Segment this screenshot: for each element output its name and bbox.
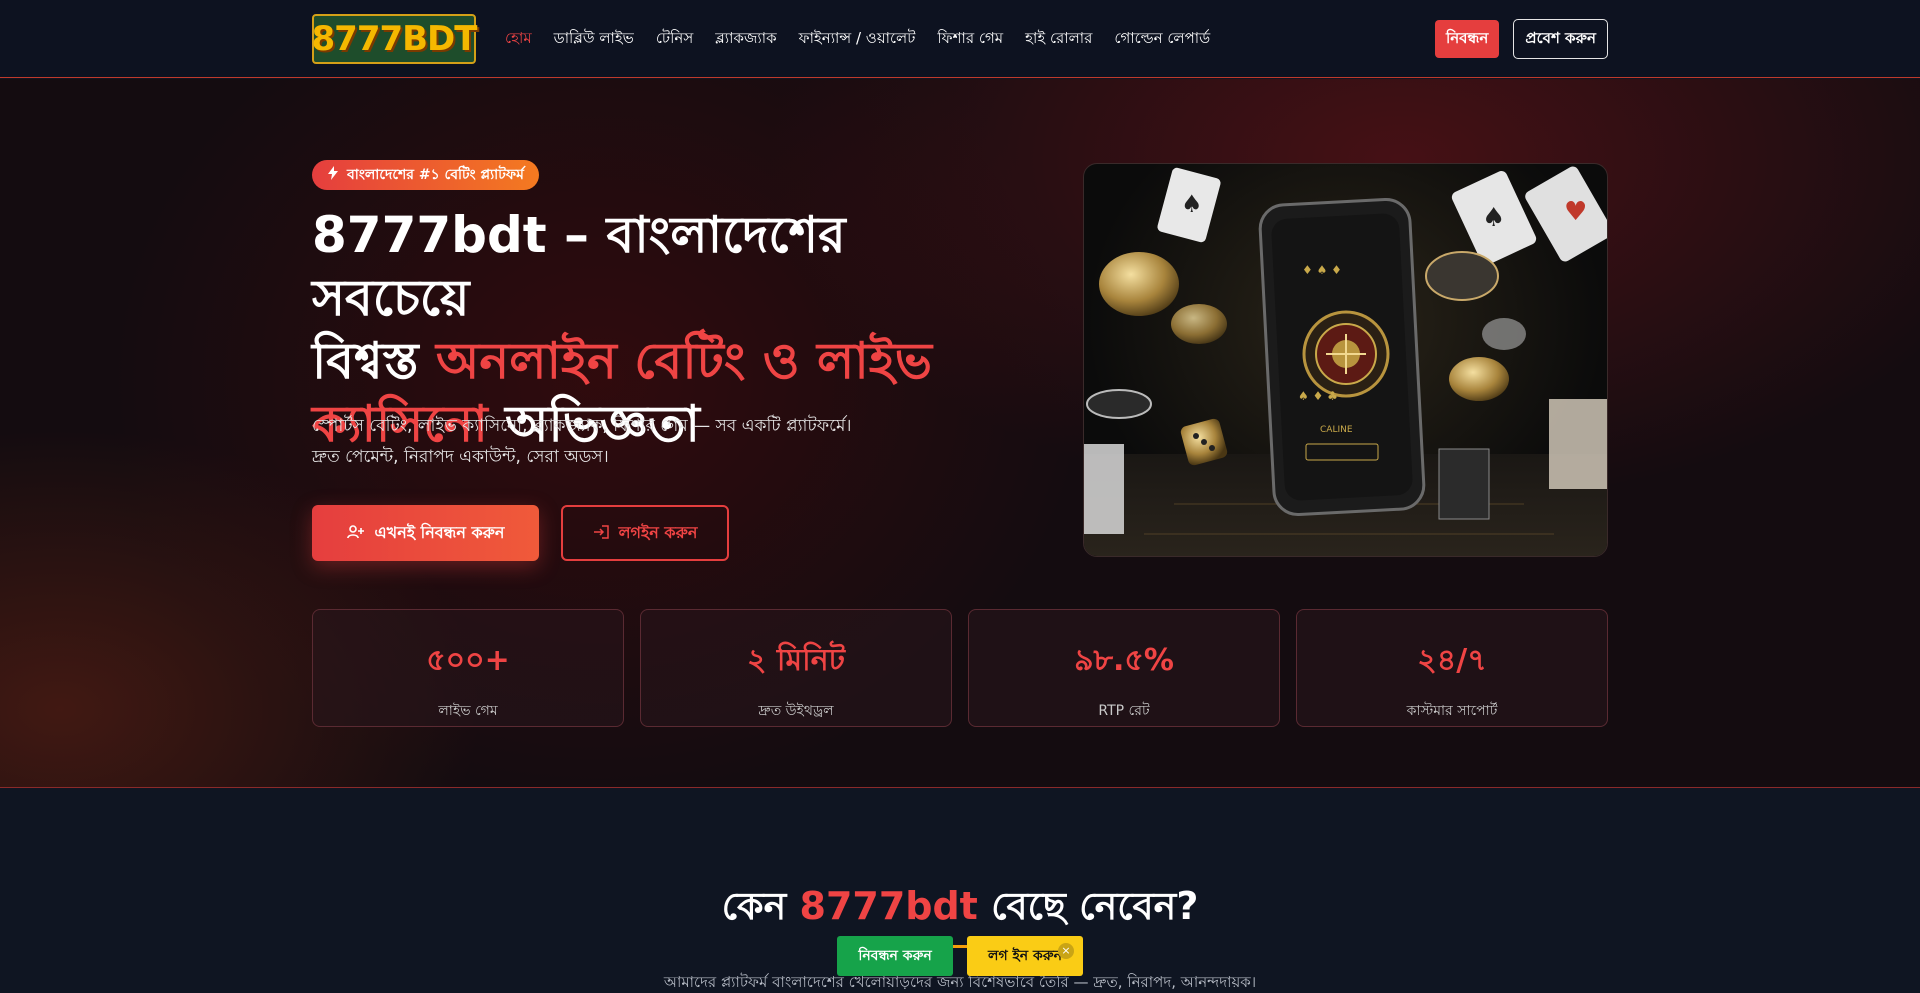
why-section-title: কেন 8777bdt বেছে নেবেন?	[0, 877, 1920, 941]
stat-label: দ্রুত উইথড্রল	[758, 703, 834, 719]
svg-text:♦ ♠ ♦: ♦ ♠ ♦	[1302, 263, 1342, 277]
hero-login-label: লগইন করুন	[618, 522, 698, 542]
sign-in-icon	[593, 524, 609, 543]
svg-text:♠ ♦ ♣: ♠ ♦ ♣	[1298, 389, 1338, 403]
nav-item-home[interactable]: হোম	[494, 27, 543, 52]
close-icon[interactable]: ×	[1058, 943, 1074, 959]
svg-text:CALINE: CALINE	[1320, 425, 1353, 435]
register-now-button[interactable]: এখনই নিবন্ধন করুন	[312, 505, 539, 561]
nav-item-high-roller[interactable]: হাই রোলার	[1014, 27, 1103, 52]
floating-register-button[interactable]: নিবন্ধন করুন	[837, 936, 953, 976]
svg-text:♥: ♥	[1564, 197, 1587, 227]
nav-item-fisher-game[interactable]: ফিশার গেম	[926, 27, 1014, 52]
why-section-subtitle: আমাদের প্ল্যাটফর্ম বাংলাদেশের খেলোয়াড়দ…	[663, 973, 1257, 991]
stat-card-customer-support: ২৪/৭ কাস্টমার সাপোর্ট	[1296, 609, 1608, 727]
stat-card-live-games: ৫০০+ লাইভ গেম	[312, 609, 624, 727]
stat-value: ২৪/৭	[1417, 643, 1487, 678]
svg-text:♠: ♠	[1482, 203, 1505, 233]
site-logo[interactable]: 8777BDT	[312, 14, 477, 64]
svg-text:♠: ♠	[1181, 190, 1203, 218]
hero-title-line1: 8777bdt – বাংলাদেশের সবচেয়ে	[312, 206, 846, 327]
nav-item-tennis[interactable]: টেনিস	[645, 27, 704, 52]
hero-title-line2-plain: বিশ্বস্ত	[312, 332, 437, 390]
floating-divider	[953, 945, 967, 948]
stat-value: ৫০০+	[426, 643, 510, 678]
stat-label: লাইভ গেম	[438, 703, 498, 719]
header-register-button[interactable]: নিবন্ধন	[1434, 20, 1500, 58]
hero-description: স্পোর্টস বেটিং, লাইভ ক্যাসিনো, ব্ল্যাকজ্…	[312, 411, 932, 473]
site-header: 8777BDT হোম ডাব্লিউ লাইভ টেনিস ব্ল্যাকজ্…	[0, 0, 1920, 78]
casino-illustration: ♠ ♠ ♥ CALINE ♦ ♠ ♦ ♠ ♦ ♣	[1084, 166, 1607, 556]
stat-label: RTP রেট	[1098, 703, 1150, 719]
badge-label: বাংলাদেশের #১ বেটিং প্ল্যাটফর্ম	[347, 167, 524, 183]
user-plus-icon	[346, 524, 365, 543]
hero-desc-line2: দ্রুত পেমেন্ট, নিরাপদ একাউন্ট, সেরা অডস।	[312, 447, 609, 467]
register-now-label: এখনই নিবন্ধন করুন	[374, 522, 505, 542]
stat-card-rtp-rate: ৯৮.৫% RTP রেট	[968, 609, 1280, 727]
nav-item-finance-wallet[interactable]: ফাইন্যান্স / ওয়ালেট	[788, 27, 927, 52]
hero-desc-line1: স্পোর্টস বেটিং, লাইভ ক্যাসিনো, ব্ল্যাকজ্…	[312, 416, 852, 436]
stat-value: ২ মিনিট	[746, 643, 846, 678]
header-actions: নিবন্ধন প্রবেশ করুন	[1434, 19, 1608, 59]
hero-title-line2-accent: অনলাইন বেটিং ও লাইভ	[436, 332, 933, 390]
stat-label: কাস্টমার সাপোর্ট	[1406, 703, 1498, 719]
hero-login-button[interactable]: লগইন করুন	[561, 505, 729, 561]
nav-item-blackjack[interactable]: ব্ল্যাকজ্যাক	[704, 27, 787, 52]
header-login-button[interactable]: প্রবেশ করুন	[1513, 19, 1608, 59]
header-inner: 8777BDT হোম ডাব্লিউ লাইভ টেনিস ব্ল্যাকজ্…	[312, 0, 1608, 78]
why-title-brand: 8777bdt	[799, 884, 978, 928]
hero-casino-image: ♠ ♠ ♥ CALINE ♦ ♠ ♦ ♠ ♦ ♣	[1083, 163, 1608, 557]
why-title-prefix: কেন	[721, 884, 800, 928]
stat-card-fast-withdrawal: ২ মিনিট দ্রুত উইথড্রল	[640, 609, 952, 727]
why-title-suffix: বেছে নেবেন?	[977, 884, 1199, 928]
stat-value: ৯৮.৫%	[1074, 643, 1174, 678]
main-nav: হোম ডাব্লিউ লাইভ টেনিস ব্ল্যাকজ্যাক ফাইন…	[494, 27, 1221, 52]
lightning-icon	[328, 166, 338, 184]
nav-item-w-live[interactable]: ডাব্লিউ লাইভ	[543, 27, 645, 52]
platform-badge: বাংলাদেশের #১ বেটিং প্ল্যাটফর্ম	[312, 160, 539, 190]
nav-item-golden-leopard[interactable]: গোল্ডেন লেপার্ড	[1103, 27, 1221, 52]
